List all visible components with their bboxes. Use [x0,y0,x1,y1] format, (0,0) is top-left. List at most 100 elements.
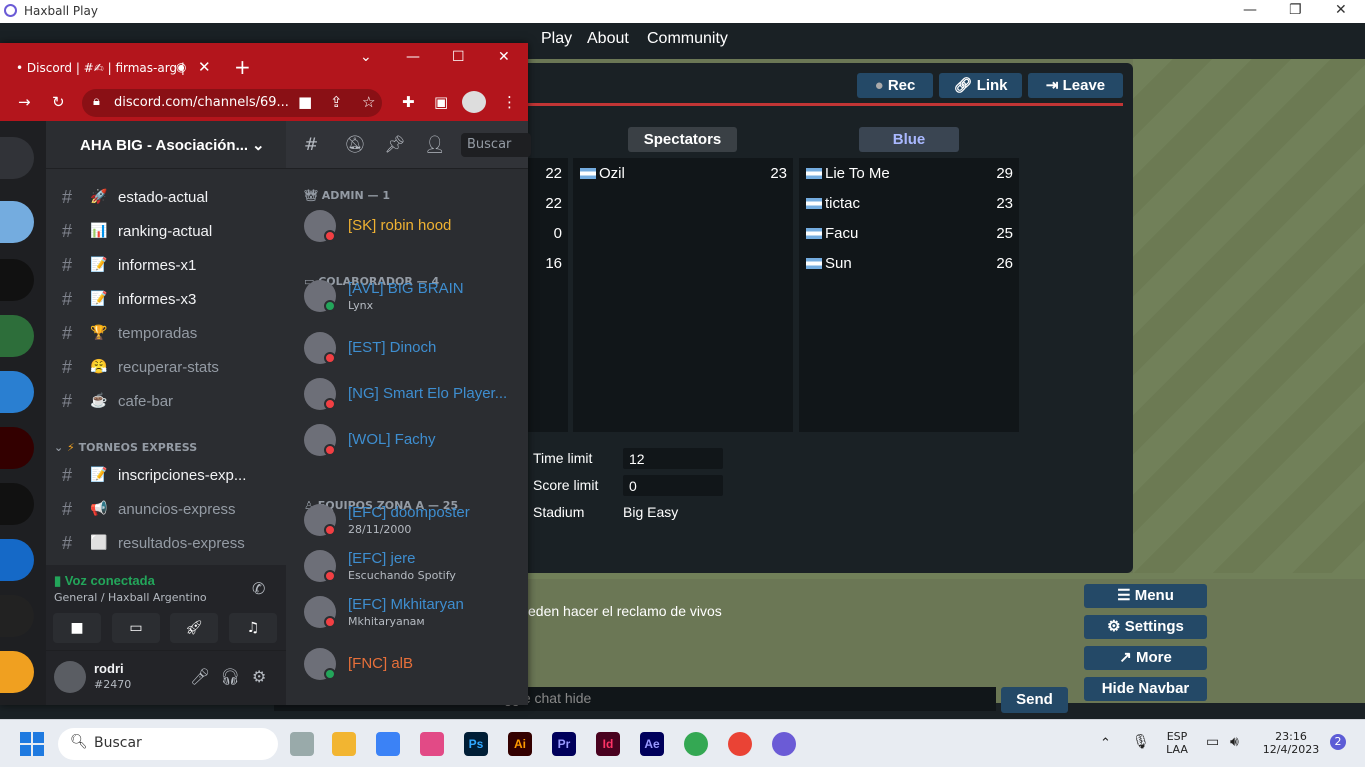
server-icon[interactable] [0,371,34,413]
channel-item[interactable]: # 📊 ranking-actual [56,217,278,247]
server-icon[interactable] [0,259,34,301]
extensions-icon[interactable]: ✚ [402,93,415,111]
microphone-icon[interactable]: 🎤︎ [190,667,210,686]
settings-button[interactable]: ⚙ Settings [1084,615,1207,639]
score-limit-field[interactable]: 0 [623,475,723,496]
server-icon[interactable] [0,315,34,357]
photoshop-icon[interactable]: Ps [464,732,488,756]
premiere-icon[interactable]: Pr [552,732,576,756]
more-button[interactable]: ↗ More [1084,646,1207,670]
nav-play[interactable]: Play [541,30,572,48]
notification-badge[interactable]: 2 [1330,734,1346,750]
channel-item[interactable]: # 📢 anuncios-express [56,495,278,525]
maximize-icon[interactable]: ☐ [452,49,465,65]
clock[interactable]: 23:16 12/4/2023 [1258,730,1324,756]
language-indicator[interactable]: ESP LAA [1162,730,1192,756]
chrome-profile-icon[interactable] [728,732,752,756]
close-tab-icon[interactable]: ✕ [198,58,211,76]
file-explorer-icon[interactable] [332,732,356,756]
send-button[interactable]: Send [1001,687,1068,713]
pin-icon[interactable]: 📌︎ [384,135,406,155]
member-item[interactable]: [EFC] jere Escuchando Spotify [296,545,521,587]
time-limit-field[interactable]: 12 [623,448,723,469]
channel-item[interactable]: # 🏆 temporadas [56,319,278,349]
haxball-app-icon[interactable] [772,732,796,756]
minimize-icon[interactable]: — [406,49,420,65]
member-item[interactable]: [AVL] BIG BRAIN Lynx [296,275,521,317]
server-icon[interactable] [0,483,34,525]
new-tab-button[interactable]: + [234,55,251,79]
player-row[interactable]: 22 [528,188,568,218]
camera-button[interactable]: ■ [53,613,101,643]
spectators-header[interactable]: Spectators [628,127,737,152]
network-icon[interactable]: ▭ [1206,734,1219,750]
member-item[interactable]: [EFC] Mkhitaryan Mkhitaryanам [296,591,521,633]
member-item[interactable]: [SK] robin hood [296,205,521,247]
activity-button[interactable]: 🚀︎ [170,613,218,643]
reload-icon[interactable]: ↻ [52,93,65,111]
close-icon[interactable]: ✕ [498,49,510,65]
server-icon[interactable] [0,201,34,243]
member-item[interactable]: [EFC] doomposter 28/11/2000 [296,499,521,541]
share-icon[interactable]: ⇪ [330,93,343,111]
microphone-icon[interactable]: 🎙︎ [1132,734,1150,750]
close-icon[interactable]: ✕ [1335,2,1347,18]
kebab-menu-icon[interactable]: ⋮ [502,93,517,111]
indesign-icon[interactable]: Id [596,732,620,756]
chevron-down-icon[interactable]: ⌄ [360,49,372,65]
search-input[interactable]: Buscar [461,133,531,157]
player-row[interactable]: Facu 25 [799,218,1019,248]
avatar[interactable] [54,661,86,693]
nav-about[interactable]: About [587,30,629,48]
category-header[interactable]: ⌄ ⚡ TORNEOS EXPRESS [54,441,197,454]
photos-icon[interactable] [420,732,444,756]
illustrator-icon[interactable]: Ai [508,732,532,756]
player-row[interactable]: tictac 23 [799,188,1019,218]
minimize-icon[interactable]: — [1243,2,1257,18]
channel-item[interactable]: # 📝 informes-x3 [56,285,278,315]
hide-navbar-button[interactable]: Hide Navbar [1084,677,1207,701]
member-item[interactable]: [NG] Smart Elo Player... [296,373,521,415]
player-row[interactable]: 0 [528,218,568,248]
player-row[interactable]: 16 [528,248,568,278]
server-icon[interactable] [0,651,34,693]
threads-icon[interactable]: # [304,135,318,155]
server-icon[interactable] [0,539,34,581]
screen-share-button[interactable]: ▭ [112,613,160,643]
stadium-value[interactable]: Big Easy [623,504,678,520]
member-item[interactable]: [EST] Dinoch [296,327,521,369]
chevron-up-icon[interactable]: ⌃ [1100,736,1111,751]
disconnect-icon[interactable]: ✆ [252,579,265,598]
soundboard-button[interactable]: ♫ [229,613,277,643]
leave-button[interactable]: ⇥ Leave [1028,73,1123,98]
star-icon[interactable]: ☆ [362,93,375,111]
tab-discord[interactable]: • Discord | #✍ | firmas-arg | ◉ ✕ [0,51,220,85]
member-item[interactable]: [FNC] alB [296,643,521,685]
volume-icon[interactable]: 🔊︎ [1230,734,1239,750]
chrome-icon[interactable] [684,732,708,756]
menu-button[interactable]: ☰ Menu [1084,584,1207,608]
channel-item[interactable]: # 😤 recuperar-stats [56,353,278,383]
blue-header[interactable]: Blue [859,127,959,152]
rec-button[interactable]: ● Rec [857,73,933,98]
player-row[interactable]: Ozil 23 [573,158,793,188]
channel-item[interactable]: # 🚀 estado-actual [56,183,278,213]
player-row[interactable]: 22 [528,158,568,188]
task-view-icon[interactable] [290,732,314,756]
nav-community[interactable]: Community [647,30,728,48]
start-button[interactable] [20,732,44,756]
channel-item[interactable]: # ☕ cafe-bar [56,387,278,417]
sidepanel-icon[interactable]: ▣ [434,93,448,111]
forward-icon[interactable]: → [18,93,31,111]
channel-item[interactable]: # 📝 inscripciones-exp... [56,461,278,491]
members-icon[interactable]: 👤︎ [424,135,446,155]
channel-item[interactable]: # ⬜ resultados-express [56,529,278,559]
server-icon[interactable] [0,427,34,469]
link-button[interactable]: 🔗︎ Link [939,73,1022,98]
guild-header[interactable]: AHA BIG - Asociación... ⌄ [46,121,286,169]
player-row[interactable]: Sun 26 [799,248,1019,278]
voice-channel[interactable]: General / Haxball Argentino [54,591,207,604]
bell-muted-icon[interactable]: 🔕︎ [344,135,366,155]
store-icon[interactable] [376,732,400,756]
camera-icon[interactable]: ■ [298,93,312,111]
